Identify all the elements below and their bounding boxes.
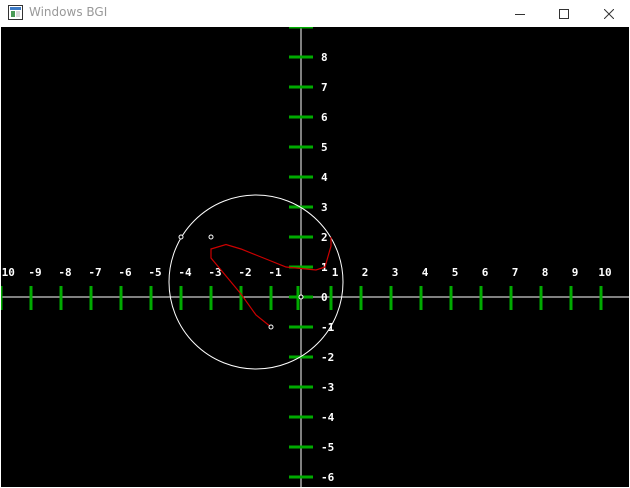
graphics-canvas[interactable]: -10-9-8-7-6-5-4-3-2-11234567891087654321… bbox=[1, 27, 629, 487]
x-tick-label: 9 bbox=[572, 266, 579, 279]
x-tick-label: 1 bbox=[332, 266, 339, 279]
x-tick-label: 4 bbox=[422, 266, 429, 279]
x-tick-label: -9 bbox=[28, 266, 41, 279]
title-bar[interactable]: Windows BGI bbox=[0, 0, 630, 27]
y-tick-label: -4 bbox=[321, 411, 335, 424]
control-point bbox=[268, 324, 274, 330]
x-tick-label: 8 bbox=[542, 266, 549, 279]
close-button[interactable] bbox=[586, 0, 630, 27]
close-icon bbox=[604, 8, 614, 19]
x-tick-label: 10 bbox=[598, 266, 611, 279]
y-tick-label: 3 bbox=[321, 201, 328, 214]
x-tick-label: -2 bbox=[238, 266, 251, 279]
x-tick-label: -10 bbox=[1, 266, 15, 279]
y-tick-label: -3 bbox=[321, 381, 334, 394]
y-tick-label: 0 bbox=[321, 291, 328, 304]
y-tick-label: 8 bbox=[321, 51, 328, 64]
minimize-icon bbox=[515, 13, 525, 15]
coordinate-plot: -10-9-8-7-6-5-4-3-2-11234567891087654321… bbox=[1, 27, 629, 487]
x-tick-label: -6 bbox=[118, 266, 132, 279]
control-point bbox=[178, 234, 184, 240]
control-point bbox=[208, 234, 214, 240]
x-tick-label: 6 bbox=[482, 266, 489, 279]
maximize-button[interactable] bbox=[541, 0, 587, 27]
x-tick-label: 7 bbox=[512, 266, 519, 279]
window-title: Windows BGI bbox=[29, 5, 108, 19]
y-tick-label: 6 bbox=[321, 111, 328, 124]
x-tick-label: -7 bbox=[88, 266, 101, 279]
y-tick-label: 4 bbox=[321, 171, 328, 184]
y-tick-label: -2 bbox=[321, 351, 334, 364]
curve-line bbox=[210, 237, 332, 328]
bgi-window: Windows BGI -10 -9 -8 -7 -6 -5 -4 -3 -2 -1 1 2 3 4 5 6 7… bbox=[0, 0, 630, 488]
y-tick-label: 2 bbox=[321, 231, 328, 244]
circle-outline bbox=[168, 194, 344, 370]
control-point bbox=[298, 294, 304, 300]
y-tick-label: 7 bbox=[321, 81, 328, 94]
x-tick-label: 3 bbox=[392, 266, 399, 279]
x-tick-label: -8 bbox=[58, 266, 71, 279]
y-tick-label: -5 bbox=[321, 441, 334, 454]
bgi-window-icon bbox=[8, 5, 23, 20]
x-tick-label: -4 bbox=[178, 266, 192, 279]
x-tick-label: 2 bbox=[362, 266, 369, 279]
x-tick-label: 5 bbox=[452, 266, 459, 279]
y-tick-label: 5 bbox=[321, 141, 328, 154]
y-tick-label: -6 bbox=[321, 471, 335, 484]
x-tick-label: -1 bbox=[268, 266, 282, 279]
maximize-icon bbox=[559, 8, 569, 19]
x-tick-label: -5 bbox=[148, 266, 161, 279]
minimize-button[interactable] bbox=[497, 0, 543, 27]
